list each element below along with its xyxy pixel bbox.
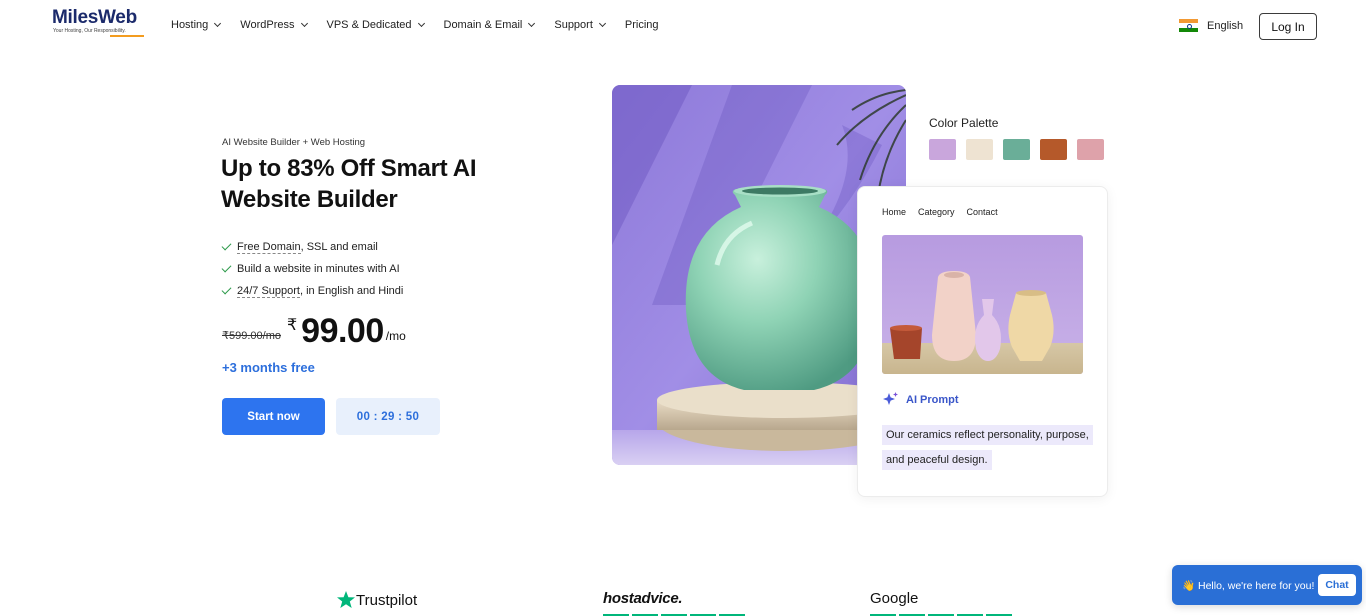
feature-list: Free Domain, SSL and email Build a websi…: [221, 236, 404, 302]
nav-hosting-label: Hosting: [171, 19, 209, 31]
chevron-down-icon: [300, 19, 308, 28]
nav-pricing[interactable]: Pricing: [625, 19, 659, 31]
bonus-months: +3 months free: [222, 360, 315, 375]
site-header: MilesWeb Your Hosting, Our Responsibilit…: [0, 0, 1366, 52]
ceramics-image: [882, 235, 1083, 374]
chevron-down-icon: [528, 19, 536, 28]
check-icon: [221, 284, 232, 295]
nav-vps-label: VPS & Dedicated: [326, 19, 412, 31]
start-now-button[interactable]: Start now: [222, 398, 325, 435]
chat-message: 👋 Hello, we're here for you!: [1182, 579, 1315, 592]
hostadvice-logo[interactable]: hostadvice.: [603, 590, 683, 607]
nav-support-label: Support: [554, 19, 593, 31]
hero-eyebrow: AI Website Builder + Web Hosting: [222, 137, 366, 148]
preview-nav-home: Home: [882, 207, 907, 217]
nav-vps-dedicated[interactable]: VPS & Dedicated: [326, 19, 425, 31]
chevron-down-icon: [214, 19, 222, 28]
check-icon: [221, 240, 232, 251]
feature-text: , SSL and email: [300, 241, 378, 253]
trustpilot-star-icon: [337, 591, 355, 608]
language-label: English: [1207, 19, 1244, 32]
logo-tagline: Your Hosting, Our Responsibility.: [53, 28, 126, 34]
price-period: /mo: [385, 329, 406, 343]
currency-symbol: ₹: [286, 317, 298, 334]
feature-text: Build a website in minutes with AI: [237, 263, 400, 275]
chevron-down-icon: [417, 19, 425, 28]
trustpilot-label: Trustpilot: [356, 591, 418, 609]
chevron-down-icon: [598, 19, 606, 28]
main-nav: Hosting WordPress VPS & Dedicated Domain…: [171, 19, 679, 31]
check-icon: [221, 262, 232, 273]
nav-domain-label: Domain & Email: [443, 19, 523, 31]
sparkle-icon: [883, 392, 898, 405]
chat-widget[interactable]: 👋 Hello, we're here for you! Chat: [1172, 565, 1362, 605]
color-swatches: [929, 139, 1114, 160]
logo-wordmark: MilesWeb: [52, 7, 137, 28]
milesweb-logo[interactable]: MilesWeb Your Hosting, Our Responsibilit…: [52, 8, 148, 37]
ai-prompt-label: AI Prompt: [882, 391, 959, 408]
login-button[interactable]: Log In: [1259, 13, 1317, 40]
chat-button[interactable]: Chat: [1318, 574, 1356, 596]
feature-link[interactable]: 24/7 Support: [237, 285, 300, 298]
feature-item: 24/7 Support, in English and Hindi: [221, 280, 404, 302]
preview-nav: Home Category Contact: [882, 207, 1010, 217]
countdown-timer: 00 : 29 : 50: [336, 398, 440, 435]
feature-item: Free Domain, SSL and email: [221, 236, 403, 258]
preview-nav-category: Category: [918, 207, 955, 217]
ai-prompt-text: AI Prompt: [906, 393, 959, 406]
price-block: ₹599.00/mo ₹ 99.00 /mo: [222, 312, 406, 350]
old-price: ₹599.00/mo: [222, 330, 281, 342]
nav-hosting[interactable]: Hosting: [171, 19, 222, 31]
prompt-content: Our ceramics reflect personality, purpos…: [882, 423, 1102, 473]
color-swatch[interactable]: [929, 139, 956, 160]
preview-nav-contact: Contact: [966, 207, 998, 217]
feature-item: Build a website in minutes with AI: [221, 258, 403, 280]
feature-link[interactable]: Free Domain: [237, 241, 301, 254]
google-logo[interactable]: Google: [870, 590, 918, 607]
prompt-line: Our ceramics reflect personality, purpos…: [882, 425, 1093, 445]
nav-support[interactable]: Support: [554, 19, 606, 31]
trustpilot-logo[interactable]: Trustpilot: [336, 590, 417, 610]
feature-text: , in English and Hindi: [300, 285, 404, 297]
color-swatch[interactable]: [966, 139, 993, 160]
india-flag-icon: [1179, 19, 1198, 32]
hero-headline: Up to 83% Off Smart AI Website Builder: [221, 155, 477, 213]
color-swatch[interactable]: [1040, 139, 1067, 160]
color-swatch[interactable]: [1003, 139, 1030, 160]
nav-pricing-label: Pricing: [624, 19, 659, 31]
price-amount: 99.00: [301, 312, 384, 350]
nav-domain-email[interactable]: Domain & Email: [443, 19, 536, 31]
nav-wordpress-label: WordPress: [240, 19, 295, 31]
website-preview-card: Home Category Contact AI Prompt Our cera…: [857, 186, 1108, 497]
logo-underline: [110, 35, 144, 37]
nav-wordpress[interactable]: WordPress: [240, 19, 308, 31]
prompt-line: and peaceful design.: [882, 450, 992, 470]
language-selector[interactable]: English: [1179, 19, 1243, 32]
color-swatch[interactable]: [1077, 139, 1104, 160]
palette-title: Color Palette: [929, 116, 999, 130]
